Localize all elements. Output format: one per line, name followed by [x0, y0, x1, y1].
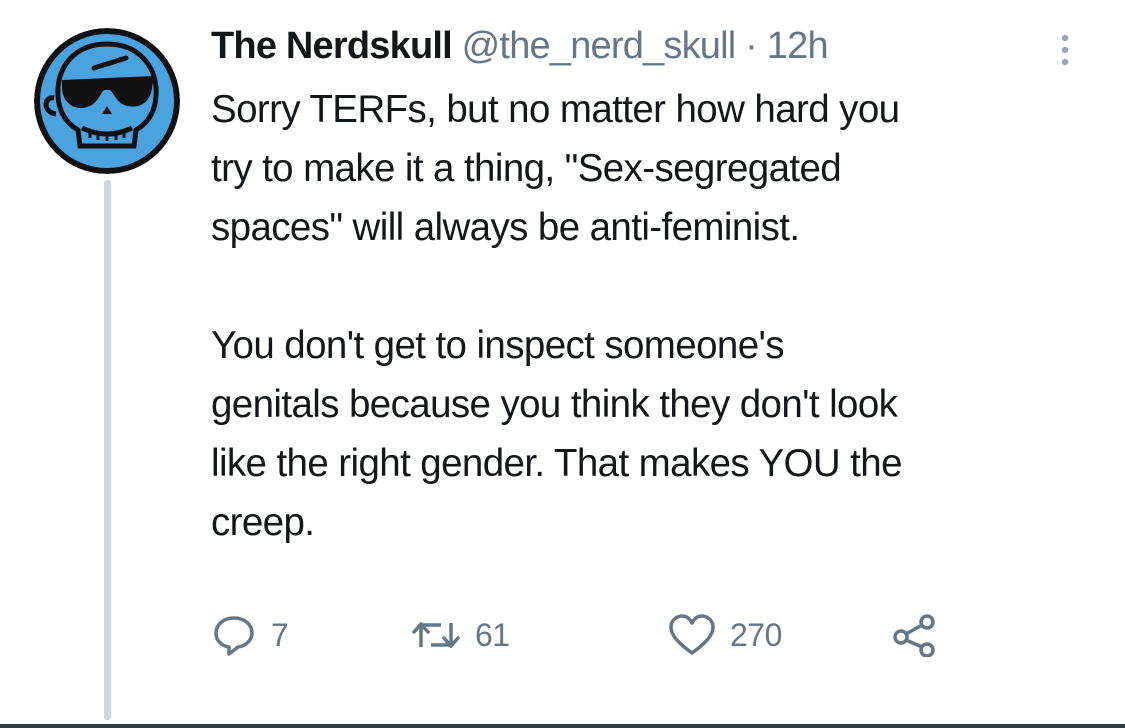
tweet[interactable]: The Nerdskull @the_nerd_skull · 12h Sorr…: [0, 0, 1125, 728]
retweet-count: 61: [475, 616, 510, 653]
skull-avatar-icon: [34, 28, 180, 174]
display-name[interactable]: The Nerdskull: [211, 25, 453, 67]
retweet-button[interactable]: 61: [411, 610, 510, 660]
user-handle[interactable]: @the_nerd_skull: [462, 25, 737, 67]
like-count: 270: [730, 616, 782, 653]
tweet-paragraph: You don't get to inspect someone's genit…: [211, 324, 903, 544]
reply-icon: [214, 616, 254, 656]
share-icon: [893, 614, 935, 657]
thread-line: [104, 180, 111, 720]
bottom-border: [0, 724, 1125, 728]
retweet-icon: [412, 622, 460, 648]
like-button[interactable]: 270: [668, 610, 782, 660]
tweet-time[interactable]: 12h: [767, 25, 829, 67]
reply-button[interactable]: 7: [211, 610, 289, 660]
tweet-actions: 7 61 270: [211, 610, 971, 660]
share-button[interactable]: [891, 610, 939, 660]
reply-count: 7: [271, 616, 289, 653]
tweet-header: The Nerdskull @the_nerd_skull · 12h: [211, 22, 829, 72]
more-vertical-icon[interactable]: [1055, 30, 1075, 70]
heart-icon: [669, 614, 715, 655]
tweet-body: Sorry TERFs, but no matter how hard you …: [211, 80, 1091, 552]
avatar[interactable]: [34, 28, 180, 174]
separator-dot: ·: [745, 25, 758, 67]
tweet-paragraph: Sorry TERFs, but no matter how hard you …: [211, 88, 900, 249]
